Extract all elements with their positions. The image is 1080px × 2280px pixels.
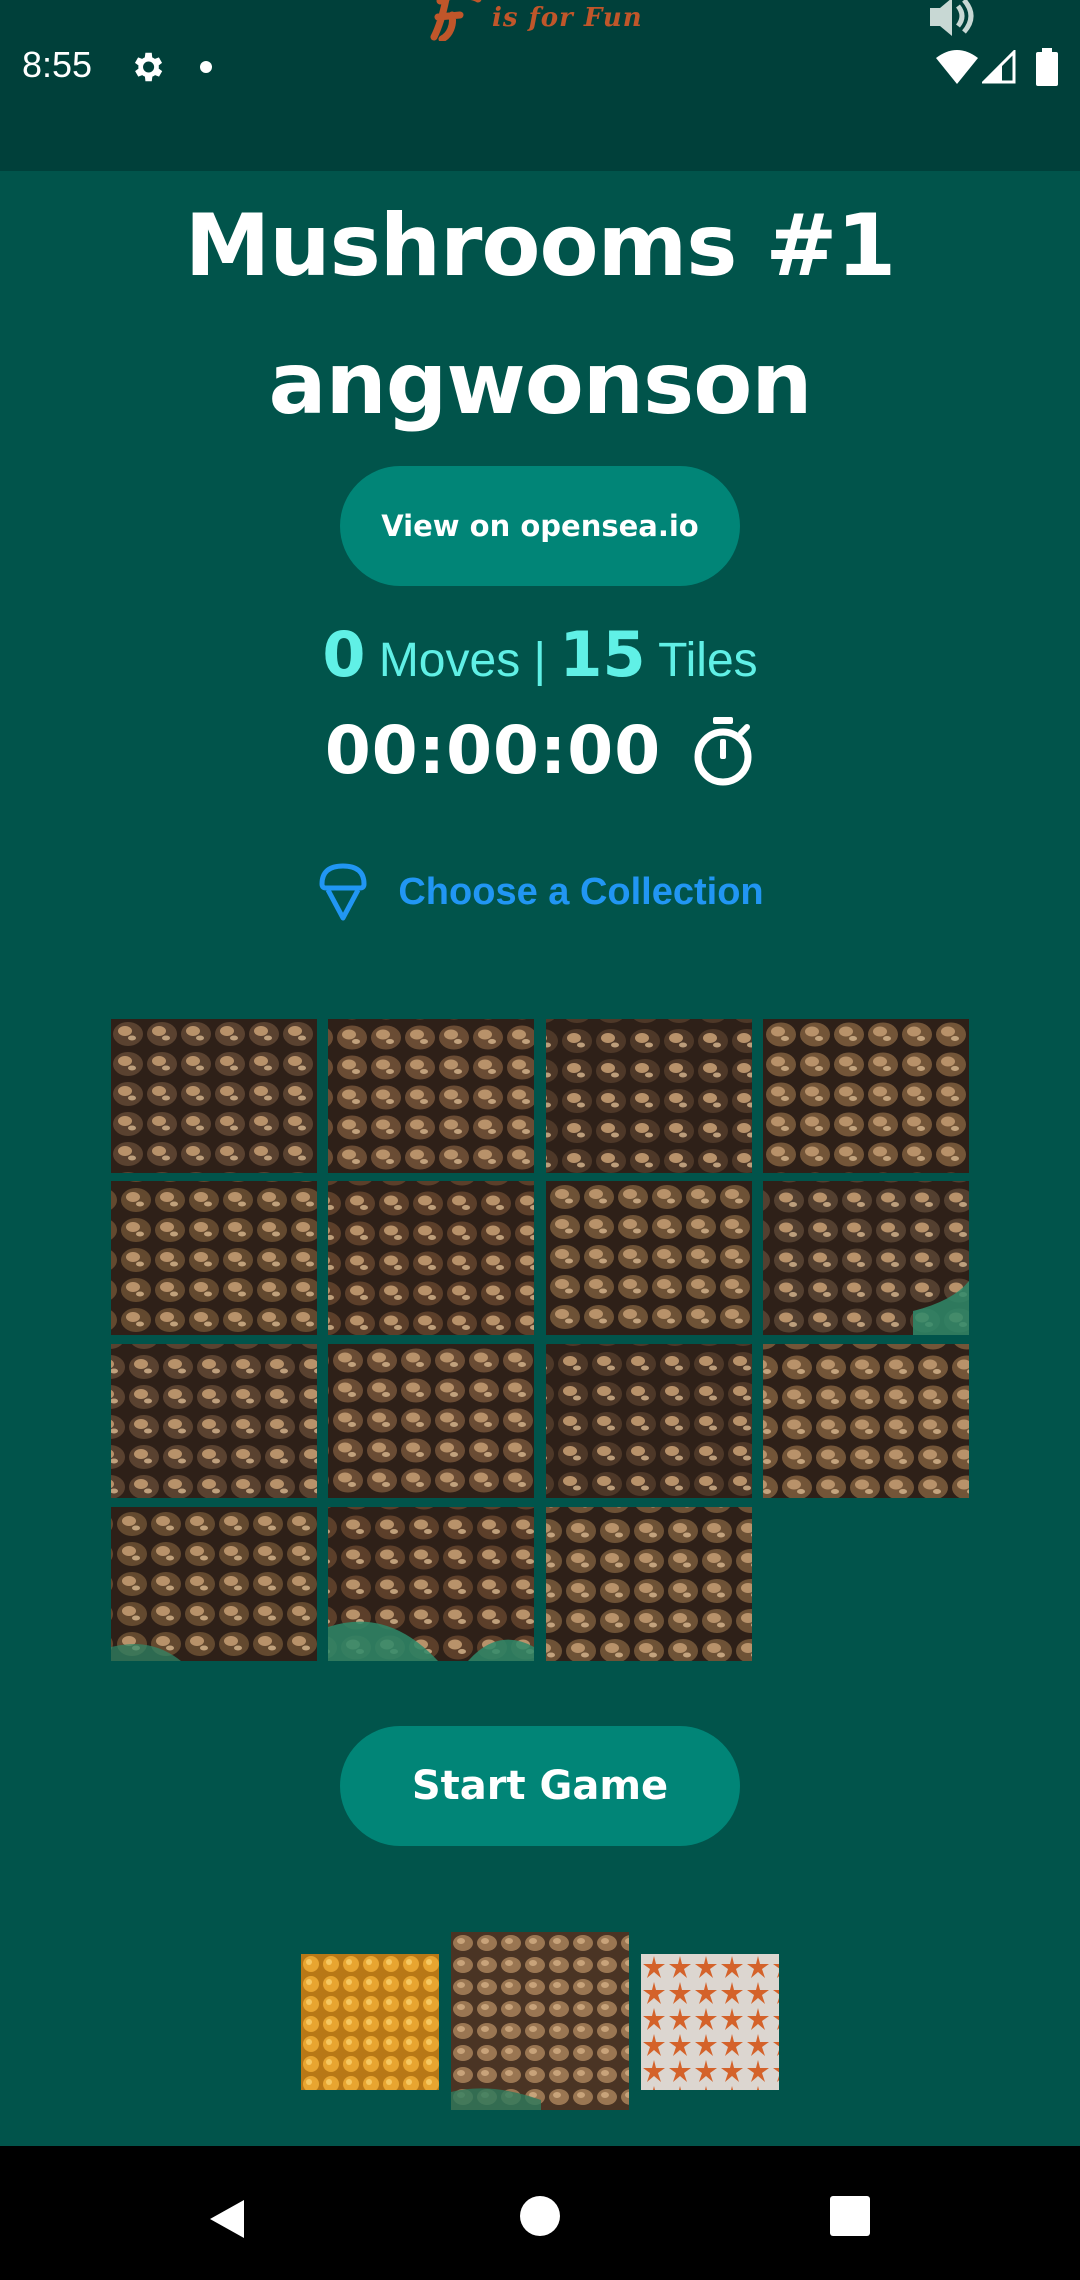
puzzle-tile[interactable]	[763, 1181, 969, 1335]
signal-icon	[982, 50, 1016, 84]
app-logo-text: is for Fun	[492, 3, 643, 33]
puzzle-tile[interactable]	[328, 1344, 534, 1498]
choose-collection-button[interactable]: Choose a Collection	[0, 862, 1080, 922]
view-on-opensea-button[interactable]: View on opensea.io	[340, 466, 740, 586]
puzzle-tile[interactable]	[546, 1019, 752, 1173]
logo-f-icon	[430, 0, 482, 41]
collection-thumbnails	[0, 1932, 1080, 2112]
tiles-label: Tiles	[658, 634, 758, 687]
puzzle-tile[interactable]	[111, 1019, 317, 1173]
puzzle-tile[interactable]	[763, 1019, 969, 1173]
puzzle-tile[interactable]	[111, 1344, 317, 1498]
puzzle-title: Mushrooms #1	[184, 196, 896, 296]
start-game-label: Start Game	[411, 1763, 669, 1809]
thumbnail-shiitake-mushrooms[interactable]	[451, 1932, 629, 2110]
tiles-count: 15	[559, 618, 646, 691]
status-bar: 8:55 is for Fun	[0, 0, 1080, 171]
stopwatch-icon	[694, 716, 752, 785]
start-game-button[interactable]: Start Game	[340, 1726, 740, 1846]
timer: 00:00:00	[324, 712, 662, 789]
status-time: 8:55	[22, 44, 93, 85]
puzzle-tile[interactable]	[546, 1507, 752, 1661]
puzzle-author: angwonson	[268, 334, 812, 434]
app-logo: is for Fun	[430, 0, 643, 42]
wifi-icon	[936, 50, 978, 84]
choose-collection-label: Choose a Collection	[398, 870, 764, 913]
thumbnail-orange-starfish[interactable]	[641, 1954, 779, 2090]
back-icon[interactable]	[204, 2196, 250, 2242]
thumbnail-yellow-mushrooms[interactable]	[301, 1954, 439, 2090]
notification-dot-icon	[200, 61, 212, 73]
timer-row: 00:00:00	[0, 712, 1080, 789]
puzzle-tile[interactable]	[111, 1507, 317, 1661]
moves-label: Moves |	[378, 634, 546, 687]
home-icon[interactable]	[520, 2196, 560, 2236]
puzzle-tile[interactable]	[546, 1181, 752, 1335]
puzzle-tile[interactable]	[111, 1181, 317, 1335]
moves-count: 0	[322, 618, 366, 691]
speaker-icon	[930, 0, 974, 36]
opensea-button-label: View on opensea.io	[381, 509, 699, 543]
ice-cream-cone-icon	[319, 863, 367, 921]
puzzle-tile[interactable]	[546, 1344, 752, 1498]
puzzle-tile[interactable]	[328, 1181, 534, 1335]
gear-icon	[134, 52, 163, 82]
puzzle-board	[111, 1019, 969, 1661]
battery-icon	[1036, 48, 1058, 86]
puzzle-tile[interactable]	[328, 1507, 534, 1661]
puzzle-tile[interactable]	[328, 1019, 534, 1173]
puzzle-tile[interactable]	[763, 1344, 969, 1498]
recents-icon[interactable]	[830, 2196, 870, 2236]
game-stats: 0 Moves | 15 Tiles	[0, 618, 1080, 691]
